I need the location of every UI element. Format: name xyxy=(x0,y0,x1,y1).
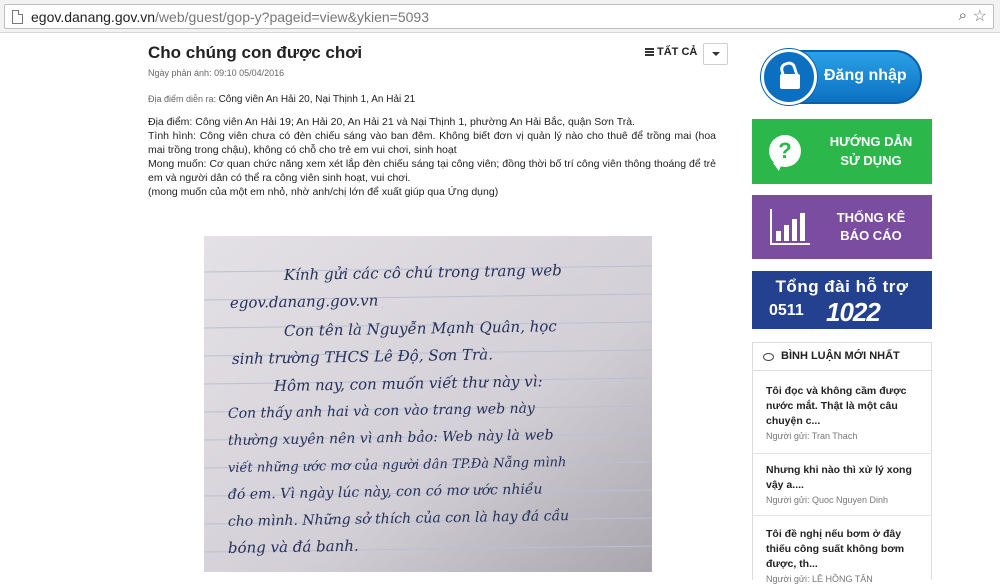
hotline-title: Tổng đài hỗ trợ xyxy=(775,277,909,296)
unlock-icon xyxy=(780,74,800,89)
url-host: egov.danang.gov.vn xyxy=(31,9,156,25)
body-note: (mong muốn của một em nhỏ, nhờ anh/chị l… xyxy=(148,186,499,198)
hotline-prefix: 0511 xyxy=(769,302,804,319)
login-icon-circle xyxy=(761,49,817,105)
letter-line: egov.danang.gov.vn xyxy=(230,291,379,312)
article-body: Địa điểm: Công viên An Hải 19; An Hải 20… xyxy=(148,115,716,199)
user-guide-button[interactable]: ? HƯỚNG DẪN SỬ DỤNG xyxy=(752,119,932,184)
report-place-label: Địa điểm diễn ra: xyxy=(148,94,217,104)
login-button[interactable]: Đăng nhập xyxy=(761,49,922,105)
comment-author: Người gửi: Quoc Nguyen Dinh xyxy=(766,495,889,505)
chevron-down-icon xyxy=(712,52,720,56)
help-bubble-icon: ? xyxy=(769,135,801,171)
report-place: Địa điểm diễn ra: Công viên An Hải 20, N… xyxy=(148,94,415,105)
letter-photo: Kính gửi các cô chú trong trang web egov… xyxy=(204,236,652,572)
page-icon xyxy=(12,10,23,24)
report-date-label: Ngày phản ánh: xyxy=(148,68,212,78)
comment-author: Người gửi: LÊ HỒNG TÂN xyxy=(766,574,873,584)
guide-line2: SỬ DỤNG xyxy=(840,153,902,168)
report-date-value: 09:10 05/04/2016 xyxy=(214,68,285,78)
comment-divider xyxy=(753,515,931,516)
statistics-report-button[interactable]: THỐNG KÊ BÁO CÁO xyxy=(752,195,932,259)
body-situation: Tình hình: Công viên chưa có đèn chiếu s… xyxy=(148,130,716,156)
comment-text[interactable]: Tôi đọc và không cầm được nước mắt. Thật… xyxy=(766,384,926,429)
browser-toolbar: egov.danang.gov.vn/web/guest/gop-y?pagei… xyxy=(0,0,1000,33)
bar-chart-icon xyxy=(770,209,810,245)
url-path: /web/guest/gop-y?pageid=view&ykien=5093 xyxy=(155,9,430,25)
filter-all-button[interactable]: TẤT CẢ xyxy=(645,46,697,58)
url-text[interactable]: egov.danang.gov.vn/web/guest/gop-y?pagei… xyxy=(31,9,429,25)
report-place-value: Công viên An Hải 20, Nại Thịnh 1, An Hải… xyxy=(218,94,416,105)
comment-item[interactable]: Tôi đọc và không cầm được nước mắt. Thật… xyxy=(766,384,926,441)
address-bar[interactable]: egov.danang.gov.vn/web/guest/gop-y?pagei… xyxy=(4,4,994,29)
filter-dropdown-button[interactable] xyxy=(703,43,728,65)
hotline-number: 1022 xyxy=(826,297,881,327)
letter-line: bóng và đá banh. xyxy=(228,537,359,557)
report-date: Ngày phản ánh: 09:10 05/04/2016 xyxy=(148,68,284,78)
page-title: Cho chúng con được chơi xyxy=(148,43,363,62)
comment-author: Người gửi: Tran Thach xyxy=(766,431,858,441)
stats-line1: THỐNG KÊ xyxy=(836,210,906,225)
comment-divider xyxy=(753,453,931,454)
comment-item[interactable]: Tôi đề nghị nếu bơm ở đây thiếu công suấ… xyxy=(766,527,926,584)
stats-line2: BÁO CÁO xyxy=(840,228,902,243)
comments-header: BÌNH LUẬN MỚI NHẤT xyxy=(753,343,931,371)
comment-text[interactable]: Tôi đề nghị nếu bơm ở đây thiếu công suấ… xyxy=(766,527,926,572)
guide-line1: HƯỚNG DẪN xyxy=(829,134,913,149)
comment-text[interactable]: Nhưng khi nào thì xử lý xong vậy a.... xyxy=(766,463,926,493)
letter-photo-drawing: Kính gửi các cô chú trong trang web egov… xyxy=(204,236,652,572)
comments-title: BÌNH LUẬN MỚI NHẤT xyxy=(781,350,900,362)
hotline-banner[interactable]: Tổng đài hỗ trợ 0511 1022 xyxy=(752,271,932,329)
list-icon xyxy=(645,48,654,56)
body-wish: Mong muốn: Cơ quan chức năng xem xét lắp… xyxy=(148,158,716,184)
login-label: Đăng nhập xyxy=(824,67,907,84)
comment-item[interactable]: Nhưng khi nào thì xử lý xong vậy a.... N… xyxy=(766,463,926,505)
body-location: Địa điểm: Công viên An Hải 19; An Hải 20… xyxy=(148,116,635,128)
zoom-icon[interactable]: ⌕ xyxy=(959,7,967,24)
bookmark-star-icon[interactable]: ☆ xyxy=(973,6,987,26)
chat-bubble-icon xyxy=(763,353,774,361)
filter-label: TẤT CẢ xyxy=(657,46,698,58)
latest-comments-panel: BÌNH LUẬN MỚI NHẤT Tôi đọc và không cầm … xyxy=(752,342,932,584)
